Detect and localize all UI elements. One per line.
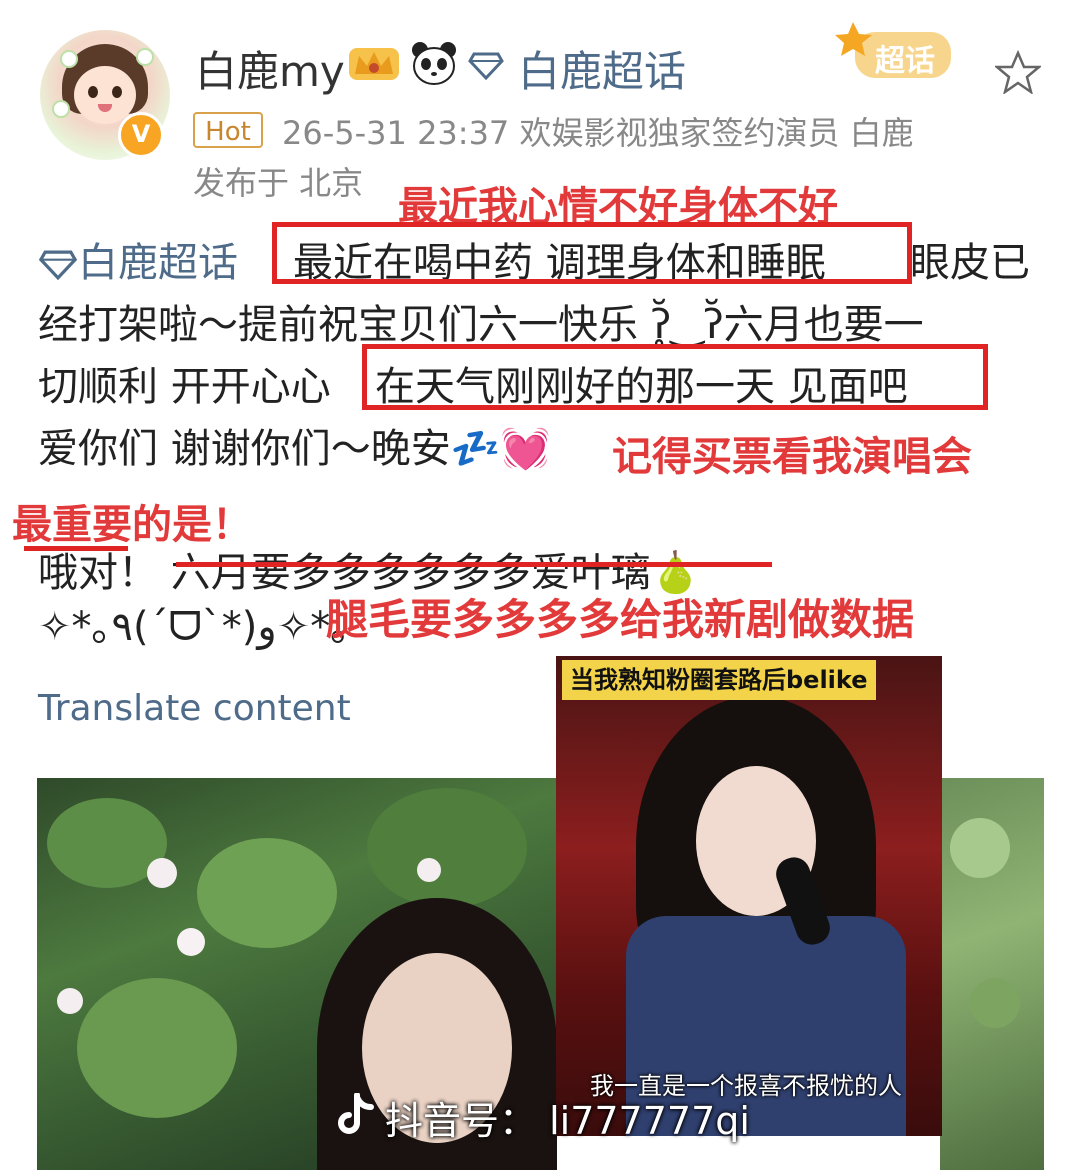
star-icon[interactable] — [995, 50, 1041, 94]
annotation-concert: 记得买票看我演唱会 — [612, 434, 972, 480]
post-line-1: 白鹿超话 — [38, 230, 238, 288]
highlight-box-2 — [362, 344, 988, 410]
post-meta: 26-5-31 23:37 欢娱影视独家签约演员 白鹿 — [282, 114, 914, 152]
supertopic-link[interactable]: 白鹿超话 — [518, 38, 686, 99]
hot-badge: Hot — [193, 112, 263, 148]
post-line-1-tail: 眼皮已 — [910, 240, 1030, 286]
supertopic-badge[interactable]: 超话 — [835, 18, 953, 84]
video-caption: 当我熟知粉圈套路后belike — [562, 660, 876, 700]
diamond-icon — [468, 52, 504, 80]
post-image-edge — [940, 778, 1044, 1170]
video-thumbnail[interactable] — [556, 656, 942, 1136]
post-location: 发布于 北京 — [193, 164, 364, 202]
annotation-data: 腿毛要多多多多给我新剧做数据 — [326, 595, 915, 644]
post-line-3: 切顺利 开开心心 — [38, 364, 331, 410]
topic-link[interactable]: 白鹿超话 — [78, 240, 238, 286]
verified-badge-icon: V — [118, 112, 164, 158]
username[interactable]: 白鹿my — [195, 38, 345, 99]
douyin-watermark: 抖音号： li777777qi — [385, 1099, 750, 1143]
post-line-2: 经打架啦～提前祝宝贝们六一快乐 ʔ̥̆‿ʔ̆六月也要一 — [38, 302, 924, 348]
strike-line — [24, 546, 128, 551]
supertopic-badge-label: 超话 — [875, 44, 935, 79]
strike-line — [176, 562, 772, 567]
panda-icon — [412, 42, 456, 85]
diamond-icon — [38, 250, 78, 281]
post-line-6: ✧*｡٩(ˊᗜˋ*)و✧*｡ — [38, 604, 351, 650]
douyin-logo-icon — [338, 1093, 374, 1134]
crown-icon — [349, 48, 399, 80]
highlight-box-1 — [272, 222, 912, 284]
translate-link[interactable]: Translate content — [38, 688, 351, 729]
post-line-4: 爱你们 谢谢你们～晚安💤💓 — [38, 426, 551, 472]
